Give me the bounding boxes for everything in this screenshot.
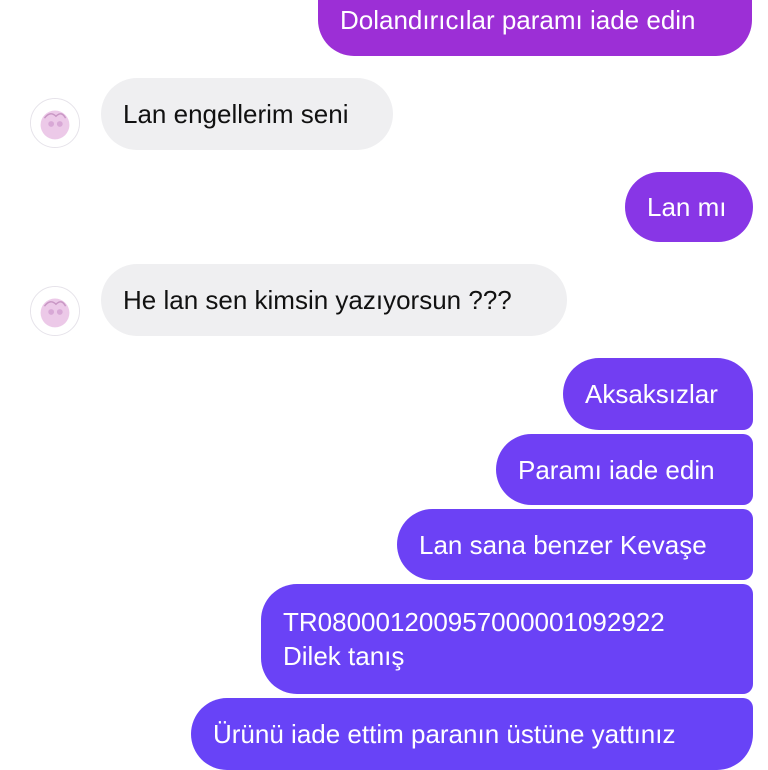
incoming-message-bubble[interactable]: He lan sen kimsin yazıyorsun ???	[101, 264, 567, 336]
outgoing-message-bubble[interactable]: TR080001200957000001092922 Dilek tanış	[261, 584, 753, 694]
message-text: Lan engellerim seni	[123, 99, 349, 129]
iban-text: TR080001200957000001092922	[283, 607, 665, 637]
outgoing-message-bubble[interactable]: Aksaksızlar	[563, 358, 753, 430]
outgoing-message-bubble[interactable]: Paramı iade edin	[496, 434, 753, 505]
outgoing-message-bubble[interactable]: Lan sana benzer Kevaşe	[397, 509, 753, 580]
message-text: Dolandırıcılar paramı iade edin	[340, 5, 696, 35]
message-text: Paramı iade edin	[518, 454, 715, 485]
message-thread: Dolandırıcılar paramı iade edin Lan enge…	[0, 0, 768, 770]
outgoing-message-bubble[interactable]: Ürünü iade ettim paranın üstüne yattınız	[191, 698, 753, 770]
contact-avatar-icon[interactable]	[30, 98, 80, 148]
message-text: Lan sana benzer Kevaşe	[419, 529, 707, 560]
incoming-message-bubble[interactable]: Lan engellerim seni	[101, 78, 393, 150]
message-text: Aksaksızlar	[585, 379, 718, 409]
outgoing-message-bubble[interactable]: Lan mı	[625, 172, 753, 242]
contact-avatar-icon[interactable]	[30, 286, 80, 336]
message-text: Lan mı	[647, 192, 727, 222]
account-holder-text: Dilek tanış	[283, 641, 405, 671]
message-text: He lan sen kimsin yazıyorsun ???	[123, 285, 512, 315]
message-text: Ürünü iade ettim paranın üstüne yattınız	[213, 719, 676, 749]
outgoing-message-bubble[interactable]: Dolandırıcılar paramı iade edin	[318, 0, 752, 56]
